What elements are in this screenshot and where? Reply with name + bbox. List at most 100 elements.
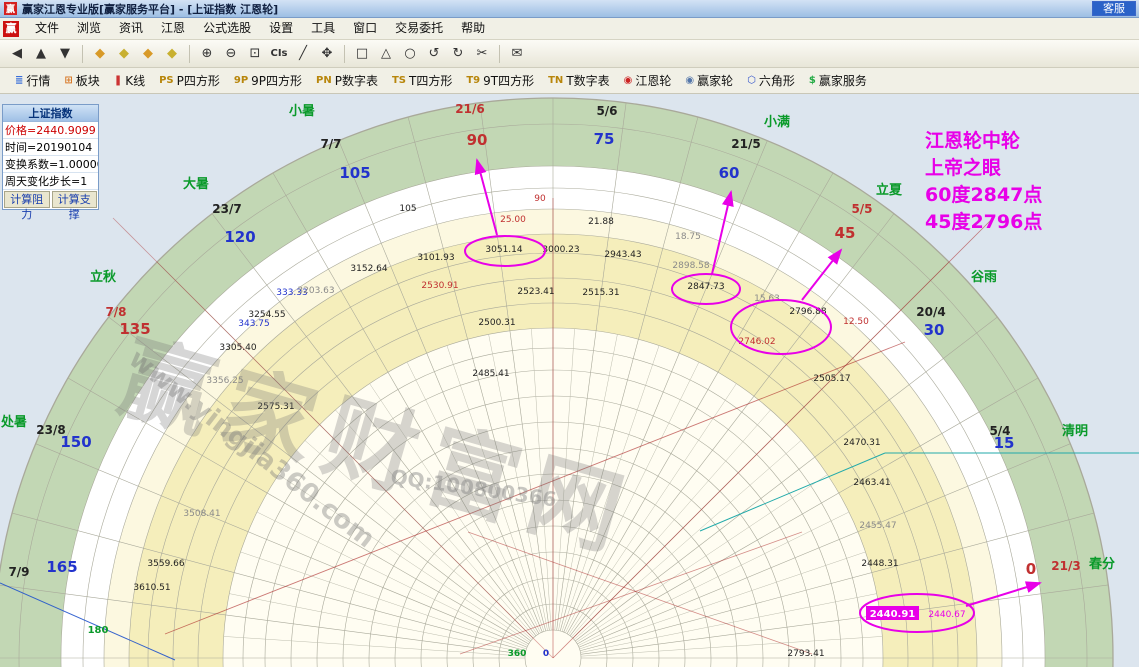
svg-text:60: 60: [719, 164, 740, 182]
market-toolbar: ≣ 行情 ⊞ 板块 ❚ K线 PS P四方形 9P 9P四方形 PN P数字表 TS T四方形 T9 9T四方…: [0, 68, 1139, 94]
toolbar-item-9p-square[interactable]: 9P 9P四方形: [227, 72, 309, 89]
support-button[interactable]: 客服: [1092, 1, 1136, 16]
svg-text:135: 135: [119, 320, 150, 338]
menu-item-工具[interactable]: 工具: [302, 18, 344, 39]
window-title: 赢家江恩专业版[赢家服务平台] - [上证指数 江恩轮]: [22, 2, 279, 16]
toolbar-item-sectors[interactable]: ⊞ 板块: [57, 72, 106, 89]
nav-left-icon[interactable]: ◀: [6, 44, 28, 64]
svg-text:立秋: 立秋: [90, 269, 117, 285]
t-number-table-icon: TN: [548, 75, 564, 86]
message-icon[interactable]: ✉: [506, 44, 528, 64]
toolbar-item-quotes[interactable]: ≣ 行情: [8, 72, 57, 89]
toolbar-item-t-square[interactable]: TS T四方形: [385, 72, 459, 89]
fit-view-icon[interactable]: ⊡: [244, 44, 266, 64]
svg-text:3508.41: 3508.41: [183, 509, 220, 519]
svg-text:12.50: 12.50: [843, 317, 869, 327]
menu-item-公式选股[interactable]: 公式选股: [194, 18, 260, 39]
svg-text:2898.58: 2898.58: [672, 261, 709, 271]
svg-text:3305.40: 3305.40: [219, 343, 256, 353]
svg-text:2515.31: 2515.31: [582, 288, 619, 298]
sectors-icon: ⊞: [64, 75, 73, 86]
ruler-icon[interactable]: ╱: [292, 44, 314, 64]
toolbar-separator: [499, 44, 500, 63]
ellipse-tool-icon[interactable]: ○: [399, 44, 421, 64]
svg-text:105: 105: [339, 164, 370, 182]
menu-item-窗口[interactable]: 窗口: [344, 18, 386, 39]
gann-diamond-1-icon[interactable]: ◆: [89, 44, 111, 64]
toolbar-item-9t-square[interactable]: T9 9T四方形: [459, 72, 541, 89]
svg-text:7/8: 7/8: [105, 305, 126, 319]
toolbar-item-winner-wheel[interactable]: ◉ 赢家轮: [678, 72, 740, 89]
toolbar-item-kline[interactable]: ❚ K线: [107, 72, 152, 89]
zoom-in-icon[interactable]: ⊕: [196, 44, 218, 64]
annotation-text: 江恩轮中轮 上帝之眼 60度2847点 45度2796点: [925, 128, 1042, 236]
winner-service-icon: $: [808, 75, 816, 86]
annotation-line: 45度2796点: [925, 211, 1043, 233]
toolbar-item-label: 板块: [75, 74, 100, 88]
svg-text:0: 0: [543, 649, 549, 659]
nav-down-icon[interactable]: ▼: [54, 44, 76, 64]
toolbar-item-label: 江恩轮: [635, 74, 672, 88]
svg-text:3101.93: 3101.93: [417, 253, 454, 263]
svg-text:105: 105: [399, 204, 416, 214]
menu-item-文件[interactable]: 文件: [26, 18, 68, 39]
zoom-out-icon[interactable]: ⊖: [220, 44, 242, 64]
move-icon[interactable]: ✥: [316, 44, 338, 64]
p-square-icon: PS: [159, 75, 174, 86]
toolbar-item-label: K线: [125, 74, 146, 88]
svg-text:2500.31: 2500.31: [478, 318, 515, 328]
menu-item-江恩[interactable]: 江恩: [152, 18, 194, 39]
toolbar-separator: [82, 44, 83, 63]
rect-tool-icon[interactable]: □: [351, 44, 373, 64]
t-square-icon: TS: [391, 75, 407, 86]
toolbar-item-p-number-table[interactable]: PN P数字表: [309, 72, 385, 89]
main-toolbar: ◀ ▲ ▼ ◆ ◆ ◆ ◆ ⊕ ⊖ ⊡ CIs ╱ ✥ □ △ ○ ↺ ↻ ✂ ✉: [0, 40, 1139, 68]
svg-text:3152.64: 3152.64: [350, 264, 387, 274]
menu-item-资讯[interactable]: 资讯: [110, 18, 152, 39]
quotes-icon: ≣: [15, 75, 24, 86]
triangle-tool-icon[interactable]: △: [375, 44, 397, 64]
title-bar: 赢 赢家江恩专业版[赢家服务平台] - [上证指数 江恩轮] 客服: [0, 0, 1139, 18]
kline-icon: ❚: [113, 75, 123, 86]
gann-diamond-4-icon[interactable]: ◆: [161, 44, 183, 64]
gann-diamond-3-icon[interactable]: ◆: [137, 44, 159, 64]
svg-text:2575.31: 2575.31: [257, 402, 294, 412]
p-number-table-icon: PN: [316, 75, 332, 86]
menu-item-帮助[interactable]: 帮助: [452, 18, 494, 39]
nav-up-icon[interactable]: ▲: [30, 44, 52, 64]
svg-text:3000.23: 3000.23: [542, 245, 579, 255]
panel-row: 周天变化步长=1: [3, 173, 98, 190]
button-计算支撑[interactable]: 计算支撑: [51, 191, 97, 221]
menu-item-设置[interactable]: 设置: [260, 18, 302, 39]
9t-square-icon: T9: [466, 75, 481, 86]
panel-row: 价格=2440.9099: [3, 122, 98, 139]
toolbar-item-winner-service[interactable]: $ 赢家服务: [802, 72, 874, 89]
toolbar-item-gann-wheel[interactable]: ◉ 江恩轮: [617, 72, 679, 89]
button-计算阻力[interactable]: 计算阻力: [4, 191, 50, 221]
svg-text:2470.31: 2470.31: [843, 438, 880, 448]
svg-text:120: 120: [224, 228, 255, 246]
toolbar-item-t-number-table[interactable]: TN T数字表: [541, 72, 617, 89]
rotate-cw-icon[interactable]: ↻: [447, 44, 469, 64]
svg-text:谷雨: 谷雨: [971, 269, 997, 285]
gann-diamond-2-icon[interactable]: ◆: [113, 44, 135, 64]
svg-text:75: 75: [594, 130, 615, 148]
svg-text:25.00: 25.00: [500, 215, 526, 225]
svg-text:3254.55: 3254.55: [248, 310, 285, 320]
svg-text:3051.14: 3051.14: [485, 245, 522, 255]
svg-text:343.75: 343.75: [238, 319, 270, 329]
chart-area: 25.00 21.88 18.75 15.63 12.50 333.33 343.75 305…: [0, 94, 1139, 667]
rotate-ccw-icon[interactable]: ↺: [423, 44, 445, 64]
menubar-items: 文件 浏览 资讯 江恩 公式选股 设置 工具 窗口 交易委托 帮助: [26, 18, 494, 39]
svg-text:5/4: 5/4: [989, 424, 1010, 438]
toolbar-item-p-square[interactable]: PS P四方形: [152, 72, 227, 89]
index-name: 上证指数: [3, 105, 98, 122]
menu-item-浏览[interactable]: 浏览: [68, 18, 110, 39]
toolbar-item-label: T四方形: [409, 74, 453, 88]
toolbar-item-label: 行情: [26, 74, 51, 88]
svg-text:2793.41: 2793.41: [787, 649, 824, 659]
toolbar-item-hexagon[interactable]: ⬡ 六角形: [740, 72, 802, 89]
menu-item-交易委托[interactable]: 交易委托: [386, 18, 452, 39]
cut-tool-icon[interactable]: ✂: [471, 44, 493, 64]
cls-button[interactable]: CIs: [268, 44, 290, 64]
